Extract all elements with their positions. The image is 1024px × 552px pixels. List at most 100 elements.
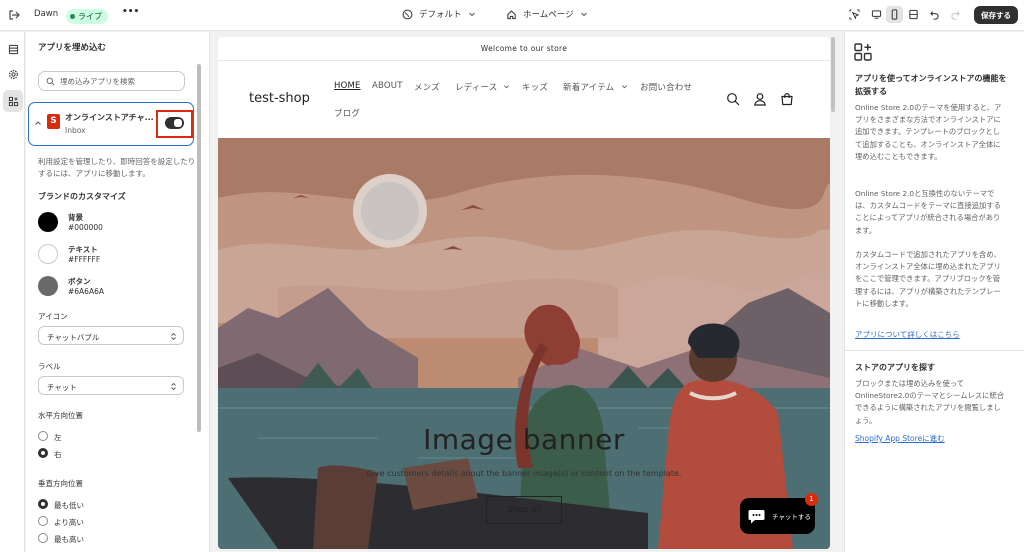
chevron-down-icon (580, 12, 587, 17)
page-select[interactable]: ホームページ (506, 8, 588, 20)
nav-kids[interactable]: キッズ (522, 81, 548, 93)
inspector-button[interactable] (849, 9, 860, 20)
background-color-value: #000000 (68, 223, 103, 232)
select-arrows-icon (171, 332, 176, 341)
gear-icon (8, 69, 18, 79)
chat-label: チャットする (772, 513, 811, 521)
label-setting-label: ラベル (38, 362, 61, 371)
embed-search-input[interactable]: 埋め込みアプリを検索 (38, 71, 185, 91)
live-badge-label: ライブ (78, 12, 102, 21)
learn-more-link[interactable]: アプリについて詳しくはこちら (855, 329, 960, 340)
settings-tab[interactable] (3, 63, 23, 85)
divider (845, 350, 1024, 351)
chat-icon (748, 509, 765, 523)
hpos-right-radio[interactable] (38, 448, 48, 458)
find-apps-text: ブロックまたは埋め込みを使ってOnlineStore2.0のテーマとシームレスに… (855, 379, 1005, 425)
left-panel-scrollbar[interactable] (197, 64, 201, 432)
redo-icon (951, 11, 960, 20)
home-icon (507, 9, 516, 19)
info-panel: アプリを使ってオンラインストアの機能を拡張する Online Store 2.0… (844, 32, 1024, 552)
store-name: Dawn (34, 9, 59, 19)
sections-tab[interactable] (3, 38, 23, 60)
redo-button[interactable] (950, 9, 961, 20)
brand-heading: ブランドのカスタマイズ (38, 192, 126, 201)
nav-ladies[interactable]: レディース (455, 81, 497, 93)
image-banner: Image banner Give customers details abou… (218, 138, 830, 549)
app-logo: S (47, 114, 60, 129)
icon-select-value: チャットバブル (47, 333, 100, 342)
info-title: アプリを使ってオンラインストアの機能を拡張する (855, 74, 1007, 96)
cart-icon[interactable] (780, 92, 794, 106)
info-paragraph-1: Online Store 2.0のテーマを使用すると、アプリをさまざまな方法でオ… (855, 103, 1002, 161)
label-select-value: チャット (47, 383, 77, 392)
chevron-down-icon (468, 12, 475, 17)
fullscreen-button[interactable] (905, 6, 922, 23)
save-button[interactable]: 保存する (974, 6, 1018, 24)
left-rail (0, 32, 25, 552)
vpos-highest-radio[interactable] (38, 533, 48, 543)
info-paragraph-2: Online Store 2.0と互換性のないテーマでは、カスタムコードをテーマ… (855, 189, 1001, 235)
desktop-view-button[interactable] (868, 6, 885, 23)
nav-home[interactable]: HOME (334, 81, 361, 91)
icon-select[interactable]: チャットバブル (38, 326, 184, 345)
chat-launcher[interactable]: チャットする (740, 498, 815, 534)
search-icon[interactable] (726, 92, 740, 106)
more-button[interactable]: ••• (122, 7, 139, 17)
background-color-swatch[interactable] (38, 212, 58, 232)
mobile-view-button[interactable] (886, 6, 903, 23)
preview-scrollbar[interactable] (831, 37, 835, 112)
info-paragraph-3: カスタムコードで追加されたアプリを含め、オンラインストア全体に埋め込まれたアプリ… (855, 250, 1001, 308)
toggle-knob (174, 119, 182, 127)
nav-mens[interactable]: メンズ (414, 81, 440, 93)
nav-new-arrivals[interactable]: 新着アイテム (563, 81, 614, 93)
theme-select-label: デフォルト (419, 10, 462, 20)
label-select[interactable]: チャット (38, 376, 184, 395)
vpos-higher-label: より高い (54, 518, 84, 527)
inspector-icon (849, 9, 860, 20)
exit-button[interactable] (8, 9, 20, 21)
chevron-down-icon (622, 85, 627, 89)
apps-icon (8, 96, 18, 106)
account-icon[interactable] (753, 92, 767, 106)
banner-illustration (218, 138, 830, 549)
hpos-left-radio[interactable] (38, 431, 48, 441)
store-logo[interactable]: test-shop (249, 91, 310, 106)
announcement-bar: Welcome to our store (218, 37, 830, 61)
button-color-label: ボタン (68, 277, 91, 286)
banner-text: Give customers details about the banner … (366, 469, 682, 478)
nav-blog[interactable]: ブログ (334, 107, 360, 119)
theme-select[interactable]: デフォルト (402, 8, 476, 20)
fullscreen-icon (909, 9, 918, 20)
exit-icon (9, 10, 20, 20)
search-icon (46, 77, 55, 85)
app-name: オンラインストアチャ... (65, 113, 154, 122)
page-select-label: ホームページ (523, 10, 574, 20)
chat-badge: 1 (805, 493, 818, 506)
vpos-higher-radio[interactable] (38, 516, 48, 526)
chevron-down-icon (504, 85, 509, 89)
vertical-position-label: 垂直方向位置 (38, 479, 83, 488)
vpos-lowest-label: 最も低い (54, 501, 84, 510)
undo-icon (930, 11, 939, 20)
vpos-lowest-radio[interactable] (38, 499, 48, 509)
text-color-swatch[interactable] (38, 244, 58, 264)
text-color-value: #FFFFFF (68, 255, 101, 264)
top-bar: Dawn ライブ ••• デフォルト ホームページ 保存する (0, 0, 1024, 31)
sections-icon (8, 44, 18, 54)
app-store-link[interactable]: Shopify App Storeに進む (855, 433, 945, 444)
shop-all-button[interactable]: Shop all (486, 496, 562, 524)
app-description: 利用設定を管理したり、即時回答を設定したりするには、アプリに移動します。 (38, 157, 196, 178)
nav-about[interactable]: ABOUT (372, 81, 403, 91)
undo-button[interactable] (929, 9, 940, 20)
button-color-swatch[interactable] (38, 276, 58, 296)
store-preview: Welcome to our store test-shop HOME ABOU… (218, 37, 830, 549)
hpos-right-label: 右 (54, 450, 62, 459)
find-apps-title: ストアのアプリを探す (855, 363, 935, 372)
app-embeds-panel: アプリを埋め込む 埋め込みアプリを検索 S オンラインストアチャ... Inbo… (26, 32, 210, 552)
select-arrows-icon (171, 382, 176, 391)
app-embed-toggle[interactable] (165, 117, 184, 129)
chevron-up-icon[interactable] (34, 119, 42, 127)
desktop-icon (871, 10, 882, 19)
apps-tab[interactable] (3, 90, 23, 112)
nav-contact[interactable]: お問い合わせ (640, 81, 692, 93)
